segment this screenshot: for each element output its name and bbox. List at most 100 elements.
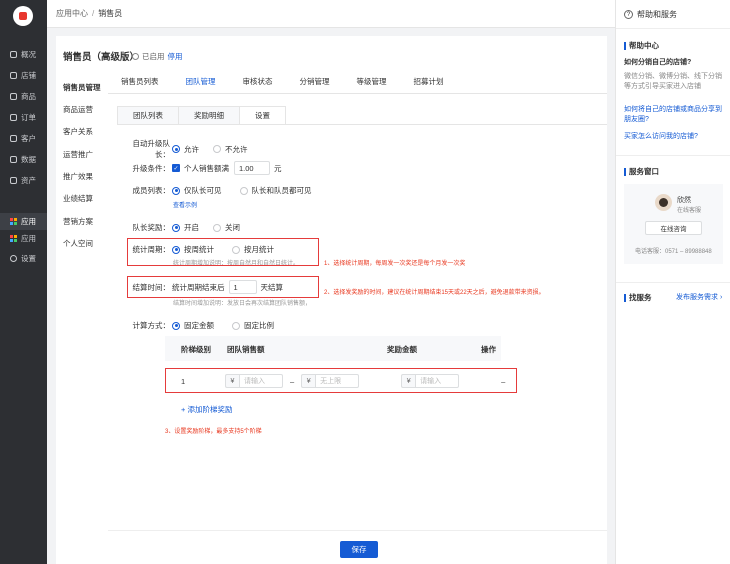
online-consult-button[interactable]: 在线咨询 [645,221,702,235]
breadcrumb-separator: / [92,9,95,18]
tab-team-manage[interactable]: 团队管理 [185,76,216,94]
sub-tabs: 团队列表 奖励明细 设置 [117,106,286,125]
radio-leader-only[interactable]: 仅队长可见 [172,185,222,196]
radio-reward-on[interactable]: 开启 [172,222,199,233]
annotation-box-settle [127,276,319,298]
faq-question: 如何分销自己的店铺? [624,59,692,66]
check-icon: ✓ [172,164,180,172]
auto-upgrade-label: 自动升级队长： [132,139,171,159]
tab-audit[interactable]: 审核状态 [243,76,273,94]
upgrade-cond-label: 升级条件： [132,163,171,173]
goods-icon [10,93,17,100]
tier-table-header: 阶梯级别 团队销售额 奖励金额 操作 [165,336,501,361]
member-list-label: 成员列表： [132,186,171,195]
nav-item-goods[interactable]: 商品 [0,88,47,105]
view-example-link[interactable]: 查看示例 [173,200,197,209]
nav-item-apps-active[interactable]: 应用 [0,213,47,230]
row-op: – [501,376,506,386]
orders-icon [10,114,17,121]
subtab-reward-detail[interactable]: 奖励明细 [178,106,240,125]
help-panel: ? 帮助和服务 帮助中心 如何分销自己的店铺? 微信分销、微博分销、线下分销等方式… [615,0,730,564]
breadcrumb: 应用中心 / 销售员 [56,8,122,19]
radio-dot [172,321,180,330]
subnav-item-promo[interactable]: 运营推广 [63,149,93,160]
col-reward: 奖励金额 [387,345,417,354]
faq-link-visit[interactable]: 买家怎么访问我的店铺? [624,132,727,142]
save-button[interactable]: 保存 [340,541,378,558]
unit-yuan: 元 [274,163,282,173]
app-logo[interactable] [13,6,33,26]
radio-disallow[interactable]: 不允许 [213,144,248,155]
tabs-divider [108,93,607,94]
customers-icon [10,135,17,142]
radio-dot [172,223,180,232]
breadcrumb-root[interactable]: 应用中心 [56,9,88,18]
nav-item-apps[interactable]: 应用 [0,230,47,247]
apps-grid-icon [10,235,17,242]
overview-icon [10,51,17,58]
post-need-link[interactable]: 发布服务需求 › [676,293,730,303]
subnav-item-promo-effect[interactable]: 推广效果 [63,171,93,182]
subnav-item-settlement[interactable]: 业绩结算 [63,193,93,204]
breadcrumb-current: 销售员 [98,9,123,18]
radio-allow[interactable]: 允许 [172,144,199,155]
sub-nav: 销售员管理 商品运营 客户关系 运营推广 推广效果 业绩结算 营销方案 个人空间 [56,36,108,564]
main-nav: 概况 店铺 商品 订单 客户 数据 资产 应用 应用 设置 [0,0,47,564]
help-panel-title: ? 帮助和服务 [624,9,677,20]
tab-salesman-list[interactable]: 销售员列表 [121,76,159,94]
subnav-item-customer-rel[interactable]: 客户关系 [63,126,93,137]
row-member-list: 成员列表： 仅队长可见 队长和队员都可见 [118,185,326,196]
table-row: 1 ¥ 请输入 – ¥ 无上限 ¥ 请输入 – [181,374,505,388]
radio-fixed-amount[interactable]: 固定金额 [172,320,214,331]
store-icon [10,72,17,79]
tier-level-value: 1 [181,376,186,386]
add-tier-link[interactable]: + 添加阶梯奖励 [181,404,232,415]
radio-dot [172,145,180,153]
nav-item-data[interactable]: 数据 [0,151,47,168]
tab-level[interactable]: 等级管理 [357,76,387,94]
agent-name: 欣然 [677,197,691,204]
faq-link-share[interactable]: 如何将自己的店铺或商品分享到朋友圈? [624,105,727,125]
currency-prefix: ¥ [225,374,239,388]
help-center-heading: 帮助中心 [624,42,659,50]
radio-all-visible[interactable]: 队长和队员都可见 [239,185,312,196]
top-header: 应用中心 / 销售员 [47,0,615,28]
gear-icon [10,255,17,262]
currency-prefix: ¥ [301,374,316,388]
nav-item-assets[interactable]: 资产 [0,172,47,189]
nav-item-customers[interactable]: 客户 [0,130,47,147]
main-tabs: 销售员列表 团队管理 审核状态 分销管理 等级管理 招募计划 [121,76,471,94]
row-auto-upgrade: 自动升级队长： 允许 不允许 [118,138,262,160]
radio-fixed-ratio[interactable]: 固定比例 [232,320,274,331]
nav-item-overview[interactable]: 概况 [0,46,47,63]
subnav-item-goods-ops[interactable]: 商品运营 [63,104,93,115]
col-level: 阶梯级别 [181,345,211,354]
subnav-item-marketing[interactable]: 营销方案 [63,216,93,227]
radio-dot [213,145,221,153]
sales-min-input[interactable]: 请输入 [239,374,283,388]
radio-dot [239,186,248,195]
reward-input[interactable]: 请输入 [415,374,460,388]
upgrade-cond-checkbox[interactable]: ✓ 个人销售额满 [172,163,229,174]
subnav-item-salesman-manage[interactable]: 销售员管理 [63,82,101,93]
nav-item-orders[interactable]: 订单 [0,109,47,126]
avatar [655,194,672,211]
tab-recruit[interactable]: 招募计划 [414,76,444,94]
question-icon: ? [624,10,633,19]
subnav-item-personal[interactable]: 个人空间 [63,238,93,249]
agent-status: 在线客服 [677,208,702,214]
nav-item-settings[interactable]: 设置 [0,250,47,267]
subtab-team-list[interactable]: 团队列表 [117,106,179,125]
annotation-3: 3、设置奖励阶梯，最多支持5个阶梯 [165,429,262,435]
nav-item-store[interactable]: 店铺 [0,67,47,84]
service-window-heading: 服务窗口 [624,168,659,176]
data-icon [10,156,17,163]
radio-reward-off[interactable]: 关闭 [213,222,240,233]
sales-max-input[interactable]: 无上限 [315,374,360,388]
subtab-settings[interactable]: 设置 [239,106,286,125]
row-leader-reward: 队长奖励： 开启 关闭 [118,222,254,233]
sales-amount-input[interactable]: 1.00 [234,161,270,175]
row-calc-method: 计算方式： 固定金额 固定比例 [118,320,288,331]
annotation-2: 2、选择发奖励的时间，建议在统计周期结束15天或22天之后，避免退款带来资损。 [324,290,545,296]
tab-distribution[interactable]: 分销管理 [300,76,330,94]
